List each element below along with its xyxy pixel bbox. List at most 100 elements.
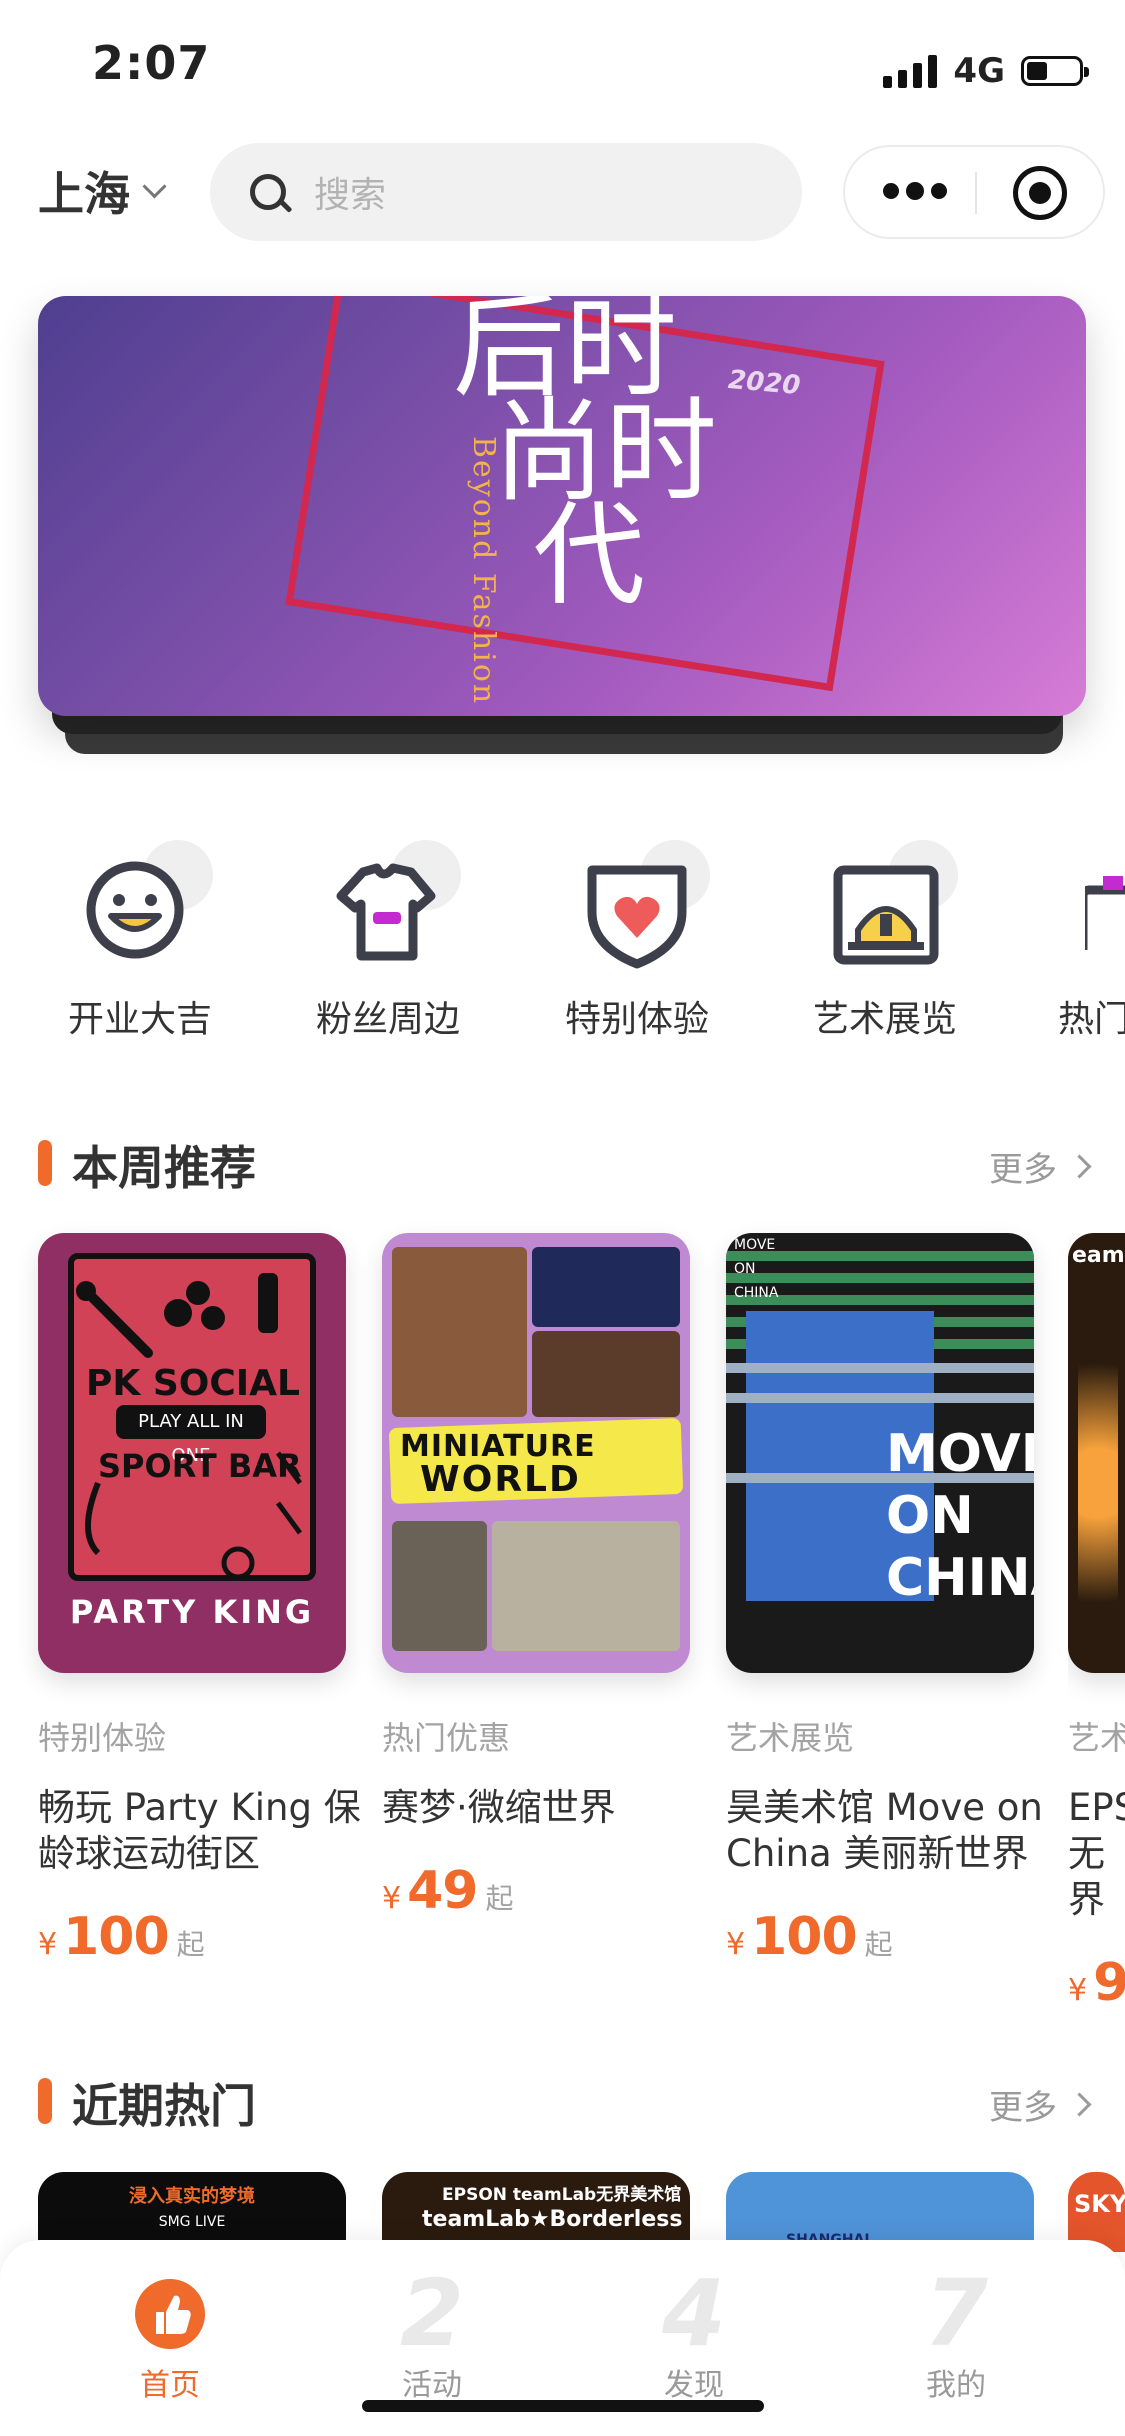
card-poster: PK SOCIAL PLAY ALL IN ONE SPORT BAR PART… bbox=[38, 1233, 346, 1673]
category-label: 开业大吉 bbox=[67, 999, 212, 1040]
price-currency: ¥ bbox=[726, 1927, 746, 1962]
signal-icon bbox=[883, 54, 938, 88]
poster-word: WORLD bbox=[420, 1459, 581, 1500]
chevron-right-icon bbox=[1067, 2092, 1092, 2117]
card-price: ¥ 100 起 bbox=[726, 1907, 1034, 1967]
search-input[interactable]: 搜索 bbox=[314, 166, 386, 218]
number-two-icon: 2 bbox=[396, 2260, 468, 2367]
card-category: 艺术展览 bbox=[726, 1719, 855, 1757]
category-label: 粉丝周边 bbox=[315, 999, 460, 1040]
hot-card-text: 浸入真实的梦境 bbox=[129, 2186, 255, 2207]
mini-program-capsule bbox=[843, 145, 1105, 239]
hot-card-text: SKY bbox=[1074, 2190, 1125, 2218]
number-four-icon: 4 bbox=[658, 2260, 730, 2367]
price-suffix: 起 bbox=[864, 1928, 893, 1961]
category-label: 艺术展览 bbox=[812, 999, 957, 1040]
tab-discover[interactable]: 4 发现 bbox=[604, 2260, 784, 2404]
card-poster: MOVE ON CHINA MOVE ON CHINA bbox=[726, 1233, 1034, 1673]
section-title: 本周推荐 bbox=[72, 1141, 256, 1195]
status-indicators: 4G bbox=[883, 48, 1089, 94]
card-title: 昊美术馆 Move on China 美丽新世界 bbox=[726, 1786, 1043, 1875]
category-item[interactable]: 艺术展览 bbox=[785, 840, 985, 1042]
card-category: 艺术 bbox=[1068, 1719, 1125, 1757]
hot-section-header: 近期热门 更多 bbox=[38, 2070, 1092, 2133]
category-label: 热门 bbox=[1058, 999, 1125, 1040]
search-icon bbox=[250, 174, 286, 210]
poster-side-text: MOVE ON CHINA bbox=[734, 1237, 779, 1301]
price-currency: ¥ bbox=[38, 1927, 58, 1962]
smiley-icon bbox=[85, 840, 213, 959]
card-price: ¥ 9 bbox=[1068, 1953, 1125, 2013]
more-link[interactable]: 更多 bbox=[989, 1142, 1092, 1191]
card-poster: MINIATURE WORLD bbox=[382, 1233, 690, 1673]
tab-mine[interactable]: 7 我的 bbox=[866, 2260, 1046, 2404]
section-accent-bar bbox=[38, 1140, 52, 1186]
price-currency: ¥ bbox=[382, 1881, 402, 1916]
hot-card-sub: SMG LIVE bbox=[158, 2214, 226, 2230]
hero-banner[interactable]: 后时 尚时 代 Beyond Fashion 2020 bbox=[38, 296, 1086, 716]
more-link[interactable]: 更多 bbox=[989, 2080, 1092, 2129]
capsule-divider bbox=[975, 172, 977, 214]
weekly-cards: PK SOCIAL PLAY ALL IN ONE SPORT BAR PART… bbox=[0, 1233, 1125, 2013]
poster-chip: PLAY ALL IN ONE bbox=[116, 1405, 266, 1466]
battery-icon bbox=[1021, 56, 1089, 86]
status-time: 2:07 bbox=[92, 36, 211, 90]
tshirt-icon bbox=[333, 840, 461, 961]
status-bar: 2:07 4G bbox=[0, 0, 1125, 130]
tab-label: 首页 bbox=[140, 2368, 200, 2403]
hot-card-text: EPSON teamLab无界美术馆 bbox=[442, 2185, 682, 2205]
city-selector[interactable]: 上海 bbox=[38, 158, 167, 224]
category-item[interactable]: 开业大吉 bbox=[40, 840, 240, 1042]
museum-icon bbox=[830, 840, 958, 965]
price-value: 9 bbox=[1093, 1953, 1125, 2013]
category-item[interactable]: 热门 bbox=[1040, 840, 1125, 1042]
card-title: EPS 无界 bbox=[1068, 1786, 1125, 1921]
home-indicator bbox=[362, 2400, 764, 2412]
price-suffix: 起 bbox=[176, 1928, 205, 1961]
card-title: 赛梦·微缩世界 bbox=[382, 1786, 616, 1829]
category-row: 开业大吉 粉丝周边 特别体验 艺术展览 热门 bbox=[0, 840, 1125, 1060]
thumbs-up-icon bbox=[134, 2278, 206, 2350]
price-suffix: 起 bbox=[485, 1882, 514, 1915]
tab-number: 4 bbox=[661, 2260, 726, 2367]
card-category: 热门优惠 bbox=[382, 1719, 511, 1757]
banner-year: 2020 bbox=[726, 364, 802, 402]
shield-heart-icon bbox=[582, 840, 710, 969]
event-card[interactable]: PK SOCIAL PLAY ALL IN ONE SPORT BAR PART… bbox=[38, 1233, 361, 1967]
event-card[interactable]: MOVE ON CHINA MOVE ON CHINA 艺术展览 昊美术馆 Mo… bbox=[726, 1233, 1043, 1967]
card-price: ¥ 49 起 bbox=[382, 1861, 690, 1921]
category-item[interactable]: 粉丝周边 bbox=[288, 840, 488, 1042]
more-label: 更多 bbox=[989, 1150, 1057, 1190]
more-label: 更多 bbox=[989, 2088, 1057, 2128]
weekly-section-header: 本周推荐 更多 bbox=[38, 1132, 1092, 1195]
card-title: 畅玩 Party King 保龄球运动街区 bbox=[38, 1786, 361, 1875]
banner-title-line: 后时 bbox=[453, 296, 677, 413]
number-seven-icon: 7 bbox=[920, 2260, 992, 2367]
hot-cards: 浸入真实的梦境 SMG LIVE EPSON teamLab无界美术馆 team… bbox=[0, 2172, 1125, 2252]
poster-text: eam Lab bbox=[1072, 1243, 1125, 1268]
gift-icon bbox=[1085, 840, 1125, 950]
search-bar[interactable]: 搜索 bbox=[210, 143, 802, 241]
category-label: 特别体验 bbox=[564, 999, 709, 1040]
more-dots-icon[interactable] bbox=[883, 182, 947, 200]
tab-number: 2 bbox=[399, 2260, 464, 2367]
price-value: 49 bbox=[407, 1861, 478, 1921]
network-label: 4G bbox=[953, 51, 1005, 91]
tab-activity[interactable]: 2 活动 bbox=[342, 2260, 522, 2404]
close-mini-program-icon[interactable] bbox=[1013, 166, 1067, 220]
price-currency: ¥ bbox=[1068, 1973, 1088, 2008]
event-card[interactable]: MINIATURE WORLD 热门优惠 赛梦·微缩世界 ¥ 49 起 bbox=[382, 1233, 690, 1921]
section-accent-bar bbox=[38, 2078, 52, 2124]
event-card[interactable]: eam Lab 艺术 EPS 无界 ¥ 9 bbox=[1068, 1233, 1125, 2013]
tab-home[interactable]: 首页 bbox=[80, 2278, 260, 2404]
poster-line: PK SOCIAL bbox=[86, 1363, 300, 1404]
tab-number: 7 bbox=[923, 2260, 988, 2367]
category-item[interactable]: 特别体验 bbox=[537, 840, 737, 1042]
card-price: ¥ 100 起 bbox=[38, 1907, 346, 1967]
card-category: 特别体验 bbox=[38, 1719, 167, 1757]
price-value: 100 bbox=[63, 1907, 170, 1967]
card-poster: eam Lab bbox=[1068, 1233, 1125, 1673]
poster-footer: PARTY KING bbox=[69, 1593, 315, 1631]
hot-card-sub: teamLab★Borderless bbox=[422, 2207, 683, 2232]
poster-line: SPORT BAR bbox=[98, 1447, 302, 1485]
